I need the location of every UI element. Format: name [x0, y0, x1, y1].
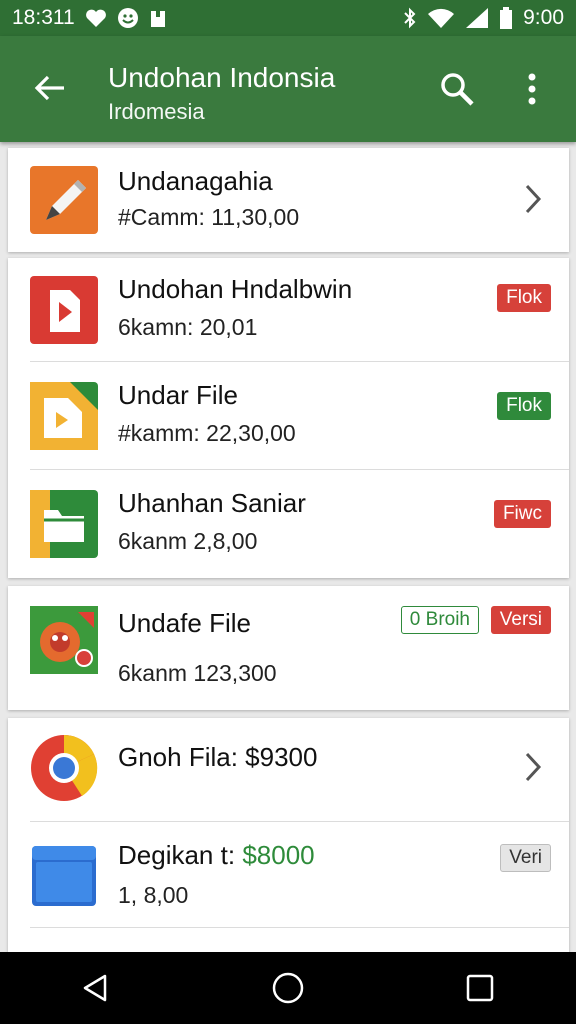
version-badge: Versi — [490, 606, 551, 634]
list-item[interactable]: Undar File #kamm: 22,30,00 Flok — [8, 362, 569, 470]
status-bar: 18:311 9:00 — [0, 0, 576, 36]
item-name: Degikan t: $8000 — [118, 840, 315, 871]
browser-icon — [31, 734, 98, 801]
nav-recents-icon — [466, 974, 494, 1002]
item-label: Degikan t: — [118, 840, 236, 870]
nav-back-button[interactable] — [66, 958, 126, 1018]
list-item[interactable]: Undohan Hndalbwin 6kamn: 20,01 Flok — [8, 258, 569, 362]
pencil-app-icon — [30, 166, 98, 234]
item-name: Undohan Hndalbwin — [118, 274, 353, 304]
search-button[interactable] — [434, 66, 480, 112]
card-1: Undanagahia #Camm: 11,30,00 — [8, 148, 569, 252]
nav-home-button[interactable] — [258, 958, 318, 1018]
status-badge: 0 Broih — [400, 606, 479, 634]
item-name: Uhanhan Saniar — [118, 488, 306, 518]
card-2: Undohan Hndalbwin 6kamn: 20,01 Flok Unda… — [8, 258, 569, 578]
more-options-button[interactable] — [514, 66, 550, 112]
item-meta: 6kamn: 20,01 — [118, 314, 258, 340]
divider — [30, 927, 569, 928]
page-subtitle: Irdomesia — [108, 99, 205, 124]
red-document-icon — [30, 276, 98, 344]
list-item[interactable]: Uhanhan Saniar 6kanm 2,8,00 Fiwc — [8, 470, 569, 578]
status-time: 18:311 — [12, 6, 75, 29]
page-title: Undohan Indonsia — [108, 62, 336, 93]
item-price: $8000 — [242, 840, 315, 870]
list-item[interactable]: Undafe File 6kanm 123,300 0 Broih Versi — [8, 586, 569, 710]
item-meta: 1, 8,00 — [118, 882, 189, 908]
gear-game-icon — [30, 606, 98, 674]
back-button[interactable] — [28, 66, 72, 110]
item-name: Undafe File — [118, 608, 251, 638]
item-name: Undar File — [118, 380, 238, 410]
list-item[interactable]: Degikan t: $8000 1, 8,00 Veri — [8, 822, 569, 928]
item-meta: 6kanm 123,300 — [118, 660, 277, 686]
search-icon — [441, 73, 474, 106]
folder-icon — [30, 490, 98, 558]
item-meta: #Camm: 11,30,00 — [118, 204, 300, 230]
nav-recents-button[interactable] — [450, 958, 510, 1018]
heart-notification-icon — [85, 8, 107, 28]
download-notification-icon — [149, 7, 167, 29]
status-badge: Veri — [500, 844, 551, 872]
bluetooth-icon — [403, 7, 417, 29]
list-item[interactable]: Undanagahia #Camm: 11,30,00 — [8, 148, 569, 252]
chevron-right-icon[interactable] — [521, 182, 545, 216]
chevron-right-icon[interactable] — [521, 750, 545, 784]
item-name: Gnoh Fila: $9300 — [118, 742, 318, 772]
battery-icon — [499, 7, 513, 29]
nav-back-icon — [83, 974, 107, 1002]
navigation-bar — [0, 952, 576, 1024]
app-bar: Undohan Indonsia Irdomesia — [0, 36, 576, 142]
blue-files-icon — [32, 846, 96, 906]
nav-home-icon — [272, 972, 304, 1004]
signal-icon — [465, 7, 489, 29]
item-meta: #kamm: 22,30,00 — [118, 420, 296, 446]
status-badge: Fiwc — [493, 500, 551, 528]
status-badge: Flok — [497, 284, 551, 312]
status-clock: 9:00 — [523, 6, 564, 29]
wifi-icon — [427, 7, 455, 29]
card-4: Gnoh Fila: $9300 Degikan t: $8000 1, 8,0… — [8, 718, 569, 958]
file-document-icon — [30, 382, 98, 450]
list-item[interactable]: Gnoh Fila: $9300 — [8, 718, 569, 822]
status-badge: Flok — [497, 392, 551, 420]
face-notification-icon — [117, 7, 139, 29]
card-3: Undafe File 6kanm 123,300 0 Broih Versi — [8, 586, 569, 710]
back-arrow-icon — [34, 75, 64, 101]
item-meta: 6kanm 2,8,00 — [118, 528, 258, 554]
more-vert-icon — [528, 73, 536, 105]
item-name: Undanagahia — [118, 166, 273, 196]
